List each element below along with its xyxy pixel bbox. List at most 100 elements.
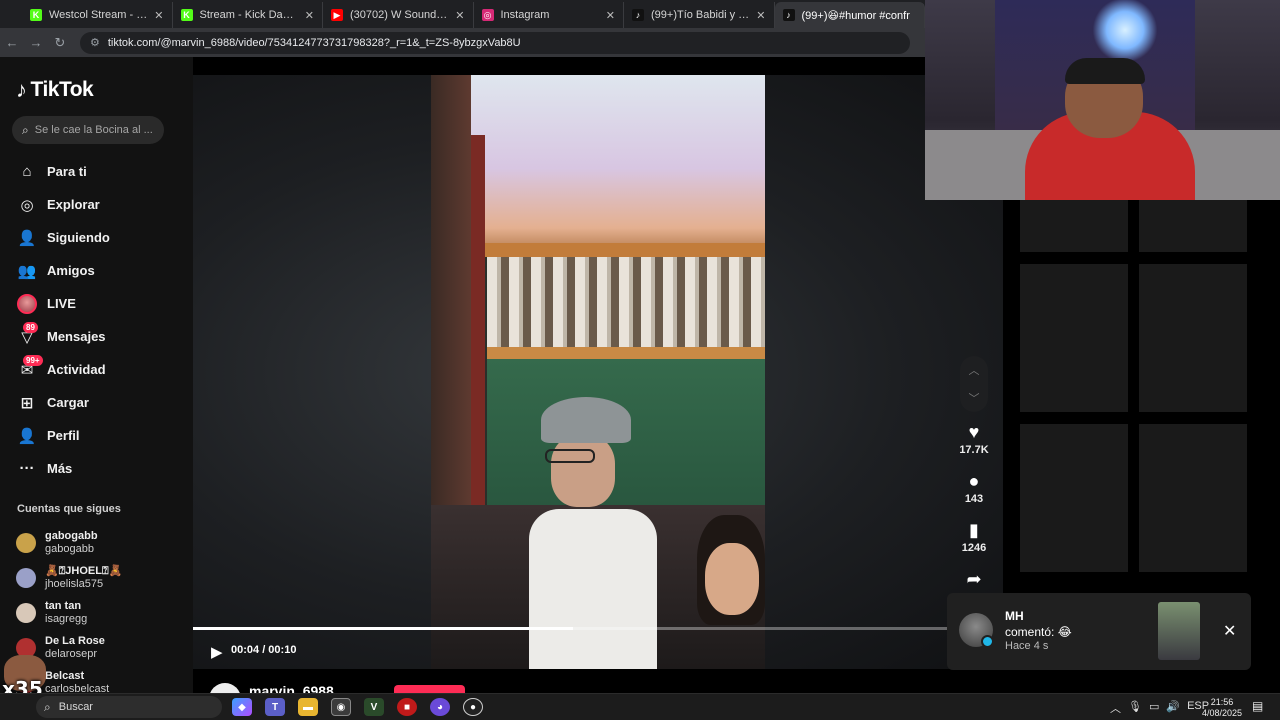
back-icon[interactable]: ← bbox=[0, 35, 24, 50]
sidebar-item-live[interactable]: LIVE bbox=[17, 287, 110, 320]
play-icon[interactable]: ▶ bbox=[211, 643, 231, 661]
search-icon: ⌕ bbox=[44, 699, 51, 714]
sidebar-item-label: Explorar bbox=[47, 197, 100, 212]
following-header: Cuentas que sigues bbox=[17, 503, 121, 515]
save-button[interactable]: ▮ 1246 bbox=[962, 518, 986, 567]
sidebar-item-perfil[interactable]: 👤 Perfil bbox=[17, 419, 110, 452]
sidebar-item-mensajes[interactable]: ▽ 89 Mensajes bbox=[17, 320, 110, 353]
grid-cell[interactable] bbox=[1020, 200, 1128, 252]
grid-cell[interactable] bbox=[1020, 264, 1128, 412]
tab-close-icon[interactable]: ✕ bbox=[305, 9, 314, 22]
search-placeholder: Se le cae la Bocina al ... bbox=[34, 124, 153, 136]
reload-icon[interactable]: ↻ bbox=[48, 35, 72, 51]
browser-tab[interactable]: ♪ (99+)Tío Babidi y Juguetes: La M ✕ bbox=[624, 2, 775, 28]
copilot-icon[interactable]: ◆ bbox=[232, 698, 252, 716]
comment-count: 143 bbox=[964, 493, 984, 505]
app-red-icon[interactable]: ■ bbox=[397, 698, 417, 716]
account-handle: gabogabb bbox=[45, 542, 94, 555]
clock-date: 4/08/2025 bbox=[1201, 708, 1243, 718]
sidebar-item-label: Perfil bbox=[47, 428, 80, 443]
chrome-icon[interactable]: ◉ bbox=[331, 698, 351, 716]
discord-icon[interactable]: ◕ bbox=[430, 698, 450, 716]
browser-tab[interactable]: ♪ (99+)😆#humor #confr bbox=[774, 2, 925, 28]
windows-taskbar: ⌕ Buscar ◆ T ▬ ◉ V ■ ◕ ● ︿ 🎙 ▭ 🔊 ESP 21:… bbox=[0, 693, 1280, 720]
heart-icon: ♥ bbox=[968, 422, 980, 442]
logo-text: TikTok bbox=[30, 78, 94, 101]
tab-close-icon[interactable]: ✕ bbox=[606, 9, 615, 22]
comment-notification[interactable]: MH comentó: 😂 Hace 4 s ✕ bbox=[947, 593, 1251, 670]
followed-account[interactable]: 🧸⍰JHOEL⍰🧸 jhoelisla575 bbox=[16, 560, 122, 595]
video-balustrade bbox=[487, 257, 765, 349]
browser-tab[interactable]: ▶ (30702) W Sound 06 "UNDERC ✕ bbox=[323, 2, 474, 28]
address-bar[interactable]: ⚙ tiktok.com/@marvin_6988/video/75341247… bbox=[80, 31, 910, 54]
sidebar-item-parati[interactable]: ⌂ Para ti bbox=[17, 155, 110, 188]
account-name: 🧸⍰JHOEL⍰🧸 bbox=[45, 564, 123, 577]
search-input[interactable]: ⌕ Se le cae la Bocina al ... bbox=[12, 116, 164, 144]
video-stage[interactable]: ▶ 00:04 / 00:10 bbox=[193, 75, 1003, 669]
video-frame[interactable] bbox=[431, 75, 765, 669]
tab-close-icon[interactable]: ✕ bbox=[154, 9, 163, 22]
compass-icon: ◎ bbox=[20, 196, 34, 214]
tab-title: (99+)Tío Babidi y Juguetes: La M bbox=[651, 9, 750, 21]
mic-icon[interactable]: 🎙 bbox=[1128, 700, 1142, 716]
video-actions: ♥ 17.7K ● 143 ▮ 1246 ➦ bbox=[952, 420, 996, 616]
notification-badge: 99+ bbox=[23, 355, 43, 366]
tab-close-icon[interactable]: ✕ bbox=[455, 9, 464, 22]
tab-favicon-icon: ▶ bbox=[331, 9, 343, 21]
browser-tab[interactable]: K Westcol Stream - Watch Live on ✕ bbox=[22, 2, 173, 28]
notification-text: comentó: 😂 bbox=[1005, 625, 1072, 639]
video-progress-bar[interactable] bbox=[193, 627, 953, 630]
sidebar-item-cargar[interactable]: ⊞ Cargar bbox=[17, 386, 110, 419]
grid-cell[interactable] bbox=[1020, 424, 1128, 572]
taskbar-search-label: Buscar bbox=[58, 701, 93, 713]
like-button[interactable]: ♥ 17.7K bbox=[959, 420, 988, 469]
sidebar-item-label: Mensajes bbox=[47, 329, 106, 344]
browser-tab[interactable]: K Stream - Kick Dashboard ✕ bbox=[173, 2, 323, 28]
sidebar-nav: ⌂ Para ti ◎ Explorar 👤 Siguiendo 👥 Amigos LIVE ▽ 8… bbox=[17, 155, 110, 485]
chevron-up-icon[interactable]: ︿ bbox=[1110, 700, 1121, 716]
like-count: 17.7K bbox=[959, 444, 989, 456]
tab-title: (30702) W Sound 06 "UNDERC bbox=[350, 9, 449, 21]
sidebar-item-explorar[interactable]: ◎ Explorar bbox=[17, 188, 110, 221]
follow-button[interactable] bbox=[394, 685, 465, 693]
obs-icon[interactable]: ● bbox=[463, 698, 483, 716]
grid-cell[interactable] bbox=[1139, 264, 1247, 412]
followed-account[interactable]: tan tan isagregg bbox=[16, 595, 122, 630]
save-count: 1246 bbox=[961, 542, 987, 554]
site-info-icon[interactable]: ⚙ bbox=[90, 36, 100, 49]
more-icon: ··· bbox=[19, 460, 35, 477]
account-name: gabogabb bbox=[45, 529, 98, 542]
browser-tab[interactable]: ◎ Instagram ✕ bbox=[474, 2, 624, 28]
video-rail bbox=[487, 347, 765, 359]
account-name: tan tan bbox=[45, 599, 82, 612]
notification-badge: 89 bbox=[23, 322, 38, 333]
tab-close-icon[interactable]: ✕ bbox=[756, 9, 765, 22]
grid-cell[interactable] bbox=[1139, 424, 1247, 572]
video-nav-arrows: ︿ ﹀ bbox=[960, 356, 988, 412]
chevron-down-icon[interactable]: ﹀ bbox=[969, 390, 980, 406]
sidebar-item-actividad[interactable]: ✉ 99+ Actividad bbox=[17, 353, 110, 386]
avatar bbox=[16, 567, 36, 588]
upload-icon: ⊞ bbox=[20, 394, 34, 412]
forward-icon[interactable]: → bbox=[24, 35, 48, 50]
taskbar-clock[interactable]: 21:56 4/08/2025 bbox=[1200, 697, 1244, 719]
tiktok-logo[interactable]: ♪ TikTok bbox=[16, 77, 94, 103]
followed-account[interactable]: gabogabb gabogabb bbox=[16, 525, 122, 560]
share-icon: ➦ bbox=[966, 569, 982, 589]
network-icon[interactable]: ▭ bbox=[1149, 700, 1159, 716]
close-icon[interactable]: ✕ bbox=[1223, 621, 1236, 641]
grid-cell[interactable] bbox=[1139, 200, 1247, 252]
sidebar-item-siguiendo[interactable]: 👤 Siguiendo bbox=[17, 221, 110, 254]
chevron-up-icon[interactable]: ︿ bbox=[969, 362, 980, 378]
sidebar-item-label: LIVE bbox=[47, 296, 76, 311]
volume-icon[interactable]: 🔊 bbox=[1166, 700, 1180, 716]
comment-button[interactable]: ● 143 bbox=[965, 469, 983, 518]
sidebar-item-ms[interactable]: ··· Más bbox=[17, 452, 110, 485]
app-v-icon[interactable]: V bbox=[364, 698, 384, 716]
video-girl bbox=[693, 515, 765, 669]
sidebar-item-amigos[interactable]: 👥 Amigos bbox=[17, 254, 110, 287]
taskbar-search[interactable]: ⌕ Buscar bbox=[36, 696, 222, 718]
notification-center-icon[interactable]: ▤ bbox=[1252, 699, 1263, 713]
file-explorer-icon[interactable]: ▬ bbox=[298, 698, 318, 716]
teams-icon[interactable]: T bbox=[265, 698, 285, 716]
